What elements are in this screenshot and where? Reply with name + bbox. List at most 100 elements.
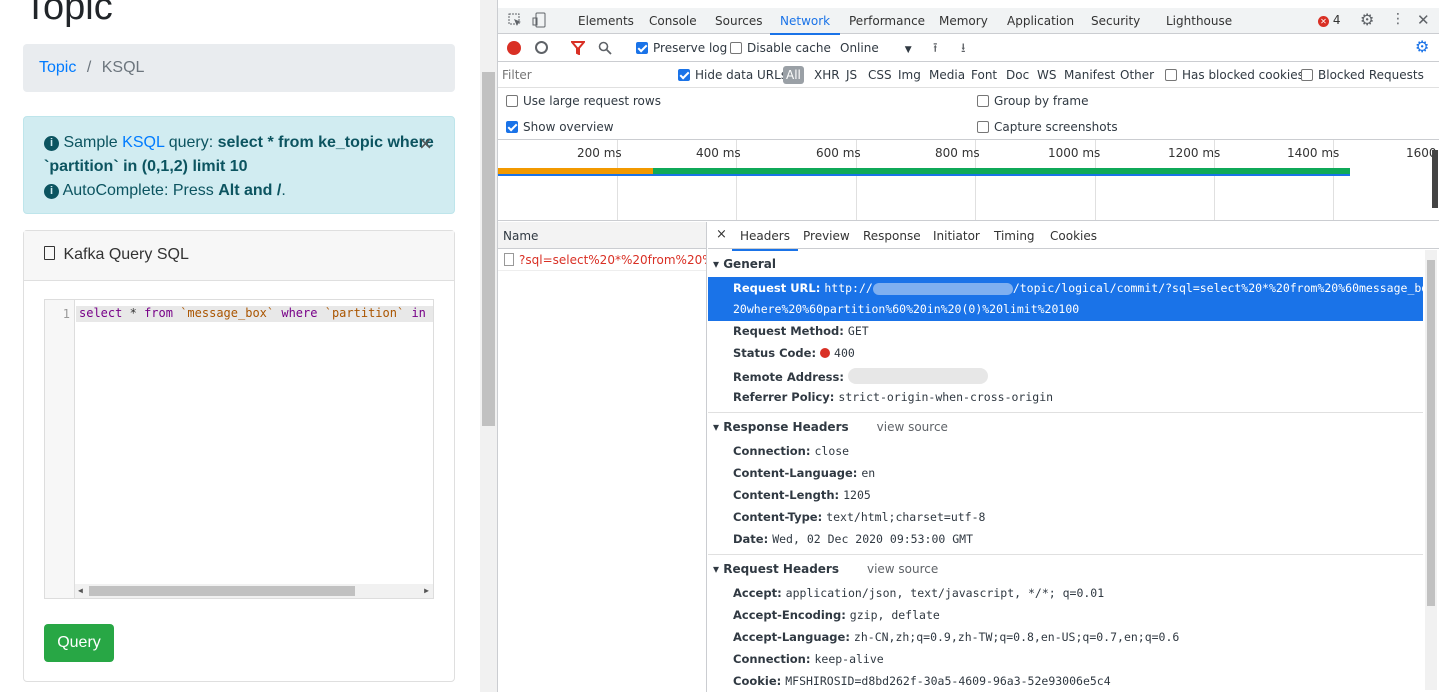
- response-headers-section-header[interactable]: ▾ Response Headers view source: [713, 420, 948, 434]
- checkbox-checked[interactable]: [678, 69, 690, 81]
- view-source-link[interactable]: view source: [877, 420, 948, 434]
- response-headers-title: Response Headers: [723, 420, 849, 434]
- clear-icon[interactable]: [535, 41, 548, 54]
- disable-cache-checkbox[interactable]: Disable cache: [730, 41, 831, 55]
- request-url-row[interactable]: Request URL: http:// /topic/logical/commit…: [708, 277, 1439, 321]
- scroll-left-icon[interactable]: ◀: [78, 586, 83, 595]
- header-key: Accept-Language:: [733, 630, 850, 644]
- checkbox-unchecked[interactable]: [1165, 69, 1177, 81]
- type-filter-img[interactable]: Img: [898, 68, 921, 82]
- status-code-row: Status Code: 400: [733, 346, 855, 360]
- overview-handle[interactable]: [1432, 150, 1438, 208]
- page-title: Topic: [24, 0, 113, 28]
- large-rows-checkbox[interactable]: Use large request rows: [506, 94, 661, 108]
- hide-data-urls-checkbox[interactable]: Hide data URLs: [678, 68, 787, 82]
- breadcrumb-topic-link[interactable]: Topic: [39, 59, 76, 76]
- tab-cookies[interactable]: Cookies: [1050, 229, 1097, 243]
- request-headers-section-header[interactable]: ▾ Request Headers view source: [713, 562, 938, 576]
- general-section-header[interactable]: ▾ General: [713, 257, 776, 271]
- request-header-row: Accept-Language: zh-CN,zh;q=0.9,zh-TW;q=0…: [733, 630, 1179, 644]
- record-icon[interactable]: [507, 41, 521, 55]
- remote-address-row: Remote Address:: [733, 368, 988, 384]
- header-key: Cookie:: [733, 674, 782, 688]
- tab-console[interactable]: Console: [649, 14, 697, 28]
- horizontal-scrollbar[interactable]: ◀ ▶: [75, 584, 433, 598]
- checkbox-unchecked[interactable]: [977, 121, 989, 133]
- tab-memory[interactable]: Memory: [939, 14, 988, 28]
- ksql-link[interactable]: KSQL: [122, 134, 164, 151]
- filter-icon[interactable]: [571, 41, 585, 55]
- alert-prefix: Sample: [63, 134, 118, 151]
- view-source-link[interactable]: view source: [867, 562, 938, 576]
- scrollbar-thumb[interactable]: [482, 72, 495, 426]
- tab-sources[interactable]: Sources: [715, 14, 762, 28]
- type-filter-css[interactable]: CSS: [868, 68, 892, 82]
- type-filter-all[interactable]: All: [783, 66, 804, 84]
- type-filter-doc[interactable]: Doc: [1006, 68, 1029, 82]
- upload-icon[interactable]: ⭱: [933, 39, 938, 61]
- dropdown-arrow-icon: ▼: [904, 45, 912, 55]
- gear-icon[interactable]: ⚙: [1360, 10, 1374, 29]
- type-filter-xhr[interactable]: XHR: [814, 68, 840, 82]
- more-menu-icon[interactable]: ⋮: [1391, 11, 1405, 27]
- type-filter-font[interactable]: Font: [971, 68, 997, 82]
- has-blocked-cookies-checkbox[interactable]: Has blocked cookies: [1165, 68, 1304, 82]
- checkbox-checked[interactable]: [636, 42, 648, 54]
- tab-application[interactable]: Application: [1007, 14, 1074, 28]
- code-line[interactable]: select * from `message_box` where `parti…: [76, 306, 433, 322]
- search-icon[interactable]: [598, 41, 612, 55]
- error-badge[interactable]: ✕ 4: [1318, 13, 1340, 27]
- tab-network[interactable]: Network: [769, 14, 841, 35]
- scrollbar-thumb[interactable]: [1427, 260, 1435, 606]
- sql-editor[interactable]: 1 select * from `message_box` where `par…: [44, 299, 434, 599]
- tab-elements[interactable]: Elements: [578, 14, 634, 28]
- checkbox-unchecked[interactable]: [1301, 69, 1313, 81]
- tab-response[interactable]: Response: [863, 229, 921, 243]
- tab-timing[interactable]: Timing: [994, 229, 1035, 243]
- close-details-icon[interactable]: ×: [716, 227, 727, 242]
- capture-screenshots-checkbox[interactable]: Capture screenshots: [977, 120, 1118, 134]
- group-by-frame-checkbox[interactable]: Group by frame: [977, 94, 1088, 108]
- checkbox-unchecked[interactable]: [730, 42, 742, 54]
- download-icon[interactable]: ⭳: [961, 39, 966, 61]
- show-overview-checkbox[interactable]: Show overview: [506, 120, 614, 134]
- tab-preview[interactable]: Preview: [803, 229, 850, 243]
- filter-input[interactable]: [502, 66, 664, 84]
- options-row-2: Show overview Capture screenshots: [498, 114, 1439, 140]
- type-filter-js[interactable]: JS: [846, 68, 857, 82]
- request-row[interactable]: ?sql=select%20*%20from%20%...: [498, 249, 706, 271]
- blocked-requests-checkbox[interactable]: Blocked Requests: [1301, 68, 1424, 82]
- type-filter-ws[interactable]: WS: [1037, 68, 1056, 82]
- network-settings-icon[interactable]: ⚙: [1415, 37, 1429, 56]
- preserve-log-checkbox[interactable]: Preserve log: [636, 41, 727, 55]
- collapse-triangle-icon: ▾: [713, 420, 724, 434]
- scroll-right-icon[interactable]: ▶: [424, 586, 429, 595]
- page-scrollbar[interactable]: [480, 0, 497, 692]
- details-scrollbar[interactable]: [1425, 250, 1437, 690]
- header-value: close: [814, 444, 850, 458]
- type-filter-media[interactable]: Media: [929, 68, 965, 82]
- request-list: Name ?sql=select%20*%20from%20%...: [498, 222, 707, 692]
- type-filter-manifest[interactable]: Manifest: [1064, 68, 1115, 82]
- tab-lighthouse[interactable]: Lighthouse: [1166, 14, 1232, 28]
- header-key: Connection:: [733, 652, 811, 666]
- scrollbar-thumb[interactable]: [89, 586, 355, 596]
- checkbox-unchecked[interactable]: [977, 95, 989, 107]
- throttling-select[interactable]: Online ▼: [840, 41, 912, 55]
- tab-initiator[interactable]: Initiator: [933, 229, 980, 243]
- collapse-triangle-icon: ▾: [713, 257, 724, 271]
- network-overview[interactable]: 200 ms 400 ms 600 ms 800 ms 1000 ms 1200…: [498, 139, 1439, 221]
- type-filter-other[interactable]: Other: [1120, 68, 1154, 82]
- close-icon[interactable]: ×: [419, 133, 432, 155]
- name-column-header[interactable]: Name: [498, 222, 706, 249]
- tab-security[interactable]: Security: [1091, 14, 1140, 28]
- checkbox-unchecked[interactable]: [506, 95, 518, 107]
- tab-headers[interactable]: Headers: [732, 229, 798, 251]
- device-toolbar-icon[interactable]: [532, 12, 546, 28]
- overview-tick: 600 ms: [816, 146, 861, 160]
- checkbox-checked[interactable]: [506, 121, 518, 133]
- close-devtools-icon[interactable]: ✕: [1417, 11, 1430, 29]
- tab-performance[interactable]: Performance: [849, 14, 925, 28]
- query-button[interactable]: Query: [44, 624, 114, 662]
- inspect-element-icon[interactable]: [508, 13, 522, 27]
